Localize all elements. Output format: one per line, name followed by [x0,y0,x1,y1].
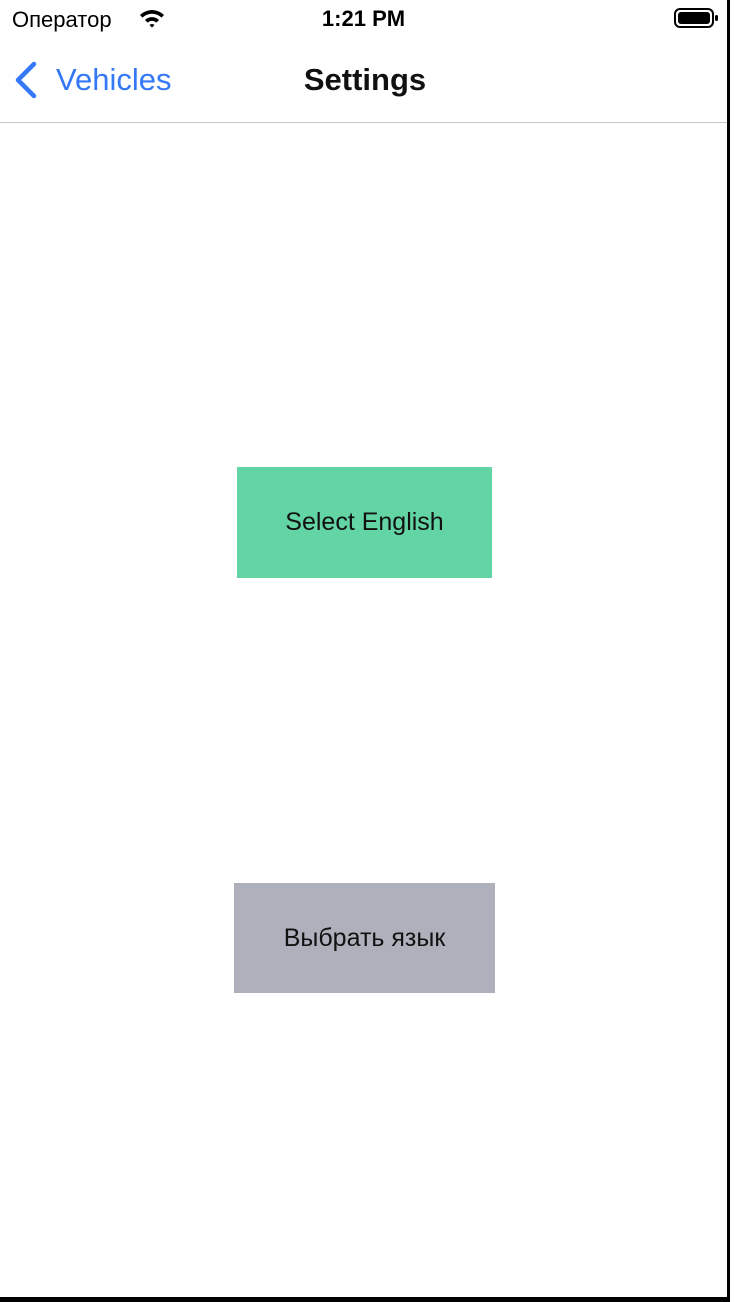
select-english-label: Select English [285,508,444,536]
navigation-bar: Vehicles Settings [0,40,727,123]
status-bar: Оператор 1:21 PM [0,0,727,40]
page-title: Settings [303,62,427,97]
settings-screen: Оператор 1:21 PM Vehicles Settings Selec… [0,0,730,1302]
battery-full-icon [674,8,720,28]
select-russian-button[interactable]: Выбрать язык [234,883,495,993]
select-english-button[interactable]: Select English [237,467,492,578]
status-time: 1:21 PM [321,6,406,31]
select-russian-label: Выбрать язык [283,923,446,952]
